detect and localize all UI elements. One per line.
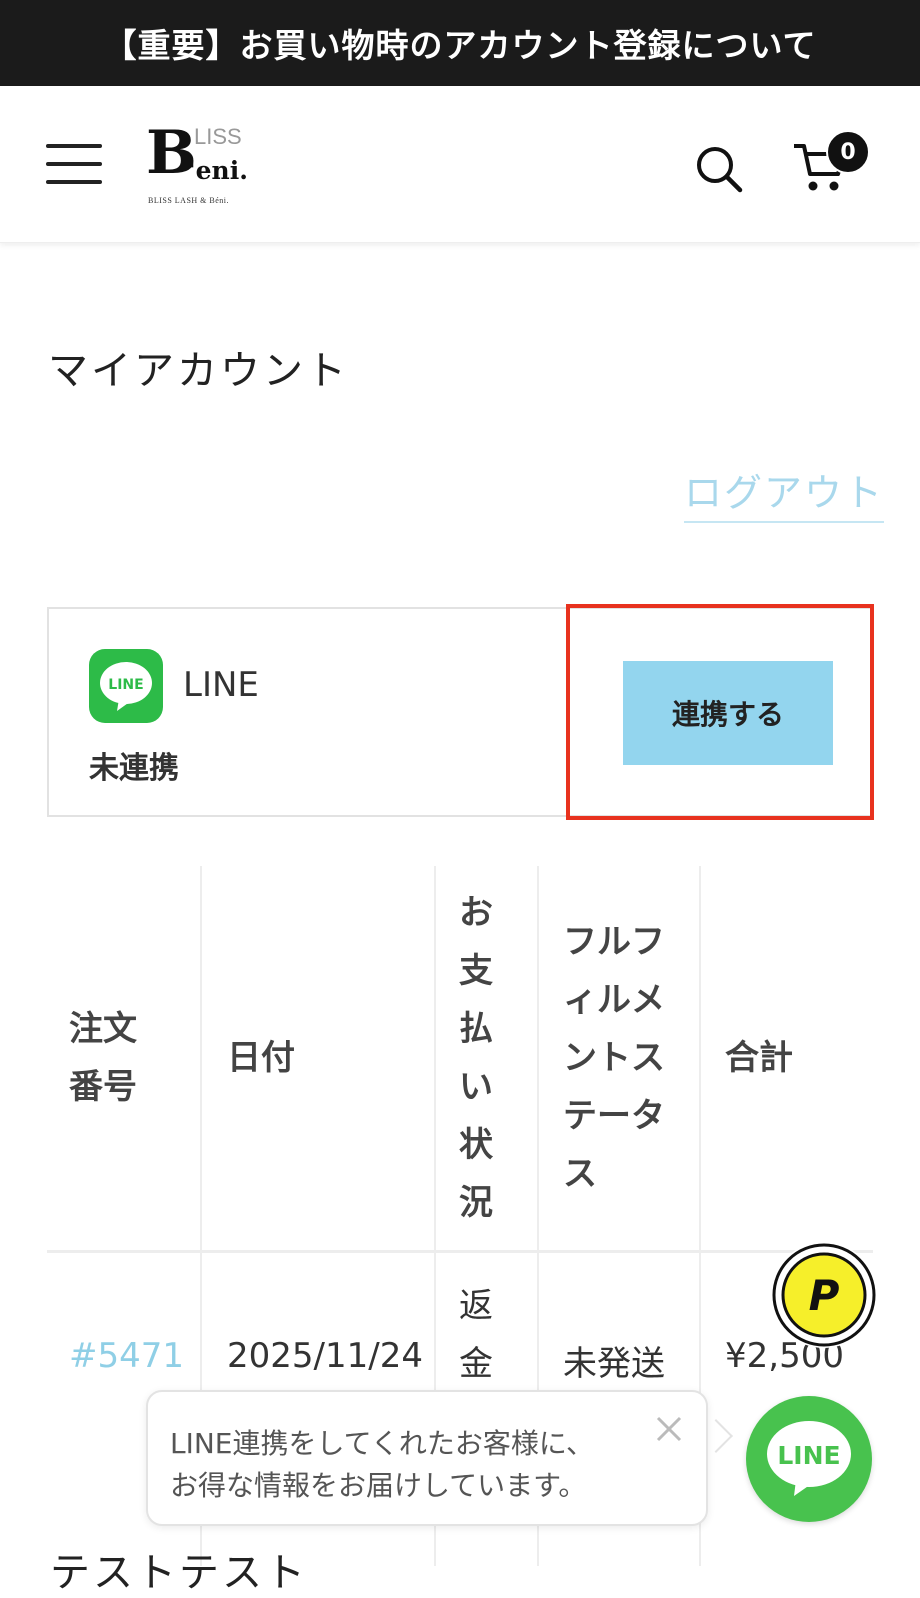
site-header: B LISS 'eni. BLISS LASH & Béni. 0 (0, 86, 920, 243)
points-widget-button[interactable]: P (771, 1242, 877, 1348)
logo-subtitle: BLISS LASH & Béni. (148, 196, 230, 205)
tooltip-text-line1: LINE連携をしてくれたお客様に、 (170, 1427, 594, 1460)
header-fulfillment-status: フルフ ィルメ ントス テータ ス (563, 922, 665, 1194)
bottom-section-text: テストテスト (50, 1550, 308, 1596)
line-floating-button[interactable]: LINE (746, 1396, 872, 1522)
line-floating-label: LINE (777, 1441, 840, 1470)
line-connect-button[interactable]: 連携する (623, 661, 833, 765)
logo-liss: LISS (194, 124, 242, 149)
order-date: 2025/11/24 (227, 1336, 423, 1376)
hamburger-menu-icon[interactable] (46, 144, 104, 188)
cart-count-badge: 0 (826, 130, 870, 174)
page-title: マイアカウント (48, 348, 349, 394)
order-number-link[interactable]: #5471 (69, 1336, 184, 1376)
logout-link[interactable]: ログアウト (684, 462, 885, 523)
close-icon[interactable] (652, 1412, 686, 1446)
order-fulfillment-status: 未発送 (563, 1344, 665, 1384)
tooltip-text-line2: お得な情報をお届けしています。 (170, 1469, 587, 1502)
order-payment-status-1: 返 (459, 1286, 493, 1326)
header-date: 日付 (227, 1038, 295, 1078)
svg-text:LINE: LINE (108, 677, 143, 693)
announcement-bar[interactable]: 【重要】お買い物時のアカウント登録について (0, 0, 920, 86)
brand-logo[interactable]: B LISS 'eni. BLISS LASH & Béni. (142, 118, 262, 218)
table-header-divider (47, 1250, 873, 1253)
points-icon-letter: P (809, 1271, 840, 1320)
header-order-number: 注文 番号 (69, 1009, 137, 1107)
header-payment-status: お 支 払 い 状 況 (459, 893, 493, 1223)
header-total: 合計 (725, 1038, 793, 1078)
line-app-icon: LINE (89, 649, 163, 723)
line-service-name: LINE (183, 665, 259, 705)
logo-eni: 'eni. (188, 156, 248, 185)
order-payment-status-2: 金 (459, 1344, 493, 1384)
search-icon[interactable] (694, 144, 744, 194)
line-link-status: 未連携 (89, 751, 179, 786)
line-promo-tooltip: LINE連携をしてくれたお客様に、 お得な情報をお届けしています。 (146, 1390, 708, 1526)
